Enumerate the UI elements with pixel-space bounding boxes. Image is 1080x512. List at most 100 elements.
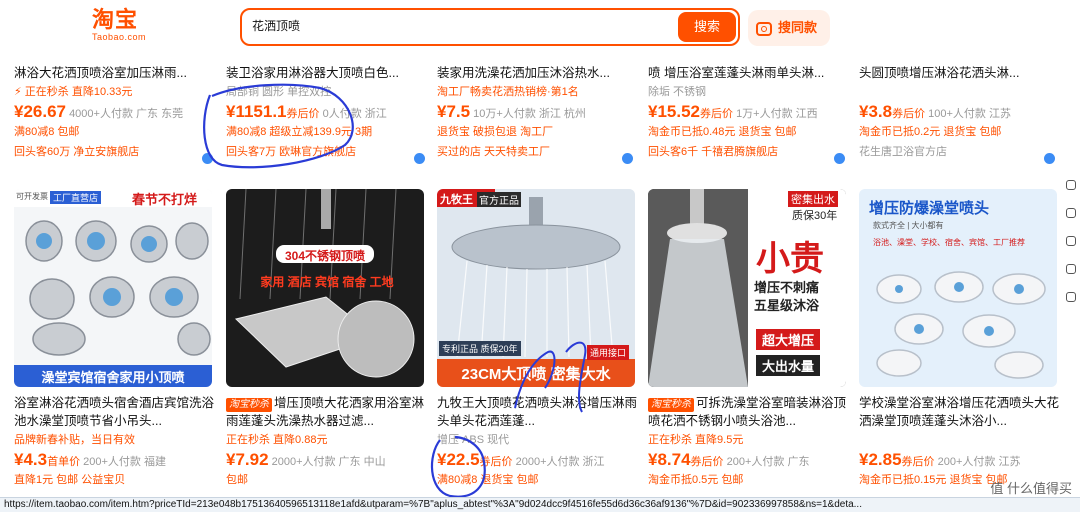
price: ¥7.92	[226, 450, 269, 469]
product-title[interactable]: 淋浴大花洒顶喷浴室加压淋雨...	[14, 64, 214, 82]
side-tool-icon[interactable]	[1066, 264, 1076, 274]
side-tool-icon[interactable]	[1066, 292, 1076, 302]
product-card[interactable]: 九牧王大顶喷花洒喷头淋浴增压淋雨头单头花洒莲蓬... 增压 ABS 现代 ¥22…	[437, 394, 637, 490]
festival-banner: 春节不打烊	[132, 192, 198, 207]
product-image[interactable]: 304不锈钢顶喷 家用 酒店 宾馆 宿舍 工地	[226, 189, 424, 387]
brand-badge: 九牧王	[440, 194, 473, 206]
chat-icon[interactable]	[834, 153, 845, 164]
status-bar-url: https://item.taobao.com/item.htm?priceTI…	[0, 497, 1080, 512]
sales: 2000+人付款 广东 中山	[271, 456, 386, 468]
chat-icon[interactable]	[622, 153, 633, 164]
image-subline: 家用 酒店 宾馆 宿舍 工地	[260, 275, 394, 289]
product-title[interactable]: 装卫浴家用淋浴器大顶喷白色...	[226, 64, 426, 82]
product-card[interactable]: 淘宝秒杀 增压顶喷大花洒家用浴室淋雨莲蓬头洗澡热水器过滤... 正在秒杀 直降0.…	[226, 394, 426, 490]
tags: 退货宝 破损包退 淘工厂	[437, 126, 554, 138]
price-suffix: 券后价	[901, 456, 935, 468]
side-tool-icon[interactable]	[1066, 180, 1076, 190]
attributes: 局部铜 圆形 单控双控	[226, 86, 332, 98]
product-card[interactable]: 学校澡堂浴室淋浴增压花洒喷头大花洒澡堂顶喷莲蓬头沐浴小... ¥2.85券后价 …	[859, 394, 1059, 490]
price: ¥3.8	[859, 102, 893, 121]
product-title[interactable]: 学校澡堂浴室淋浴增压花洒喷头大花洒澡堂顶喷莲蓬头沐浴小...	[859, 394, 1059, 430]
product-title[interactable]: 装家用洗澡花洒加压沐浴热水...	[437, 64, 637, 82]
price-suffix: 首单价	[47, 456, 81, 468]
store-line[interactable]: 买过的店 天天特卖工厂	[437, 142, 637, 162]
product-card[interactable]: 淘宝秒杀 可拆洗澡堂浴室暗装淋浴顶喷花洒不锈钢小喷头浴池... 正在秒杀 直降9.…	[648, 394, 848, 490]
product-card[interactable]: 淋浴大花洒顶喷浴室加压淋雨... ⚡ 正在秒杀 直降10.33元 ¥26.67 …	[14, 64, 214, 162]
image-line1: 增压不刺痛	[754, 280, 820, 295]
price: ¥15.52	[648, 102, 700, 121]
product-card[interactable]: 装家用洗澡花洒加压沐浴热水... 淘工厂畅卖花洒热销榜·第1名 ¥7.5 10万…	[437, 64, 637, 162]
price-suffix: 券后价	[892, 108, 926, 120]
side-tool-icon[interactable]	[1066, 208, 1076, 218]
attributes: 增压 ABS 现代	[437, 434, 510, 446]
sales: 4000+人付款 广东 东莞	[69, 108, 184, 120]
product-card[interactable]: 喷 增压浴室莲蓬头淋雨单头淋... 除垢 不锈钢 ¥15.52券后价 1万+人付…	[648, 64, 848, 162]
logo-subtext: Taobao.com	[92, 32, 147, 42]
price: ¥4.3	[14, 450, 48, 469]
product-title-block[interactable]: 淘宝秒杀 增压顶喷大花洒家用浴室淋雨莲蓬头洗澡热水器过滤...	[226, 394, 426, 430]
price-suffix: 券后价	[479, 456, 513, 468]
store-line[interactable]: 花生唐卫浴官方店	[859, 142, 1059, 162]
factory-badge: 工厂直营店	[50, 191, 102, 204]
product-image[interactable]: 可开发票 工厂直营店 春节不打烊 澡堂宾馆宿舍家用小顶喷	[14, 189, 212, 387]
image-line2: 五星级沐浴	[754, 298, 820, 313]
image-headline: 小贵	[756, 240, 824, 278]
store-line[interactable]: 回头客60万 净立安旗舰店	[14, 142, 214, 162]
price-suffix: 券后价	[690, 456, 724, 468]
attributes: 淘工厂畅卖花洒热销榜·第1名	[437, 86, 579, 98]
price: ¥1151.1	[226, 102, 287, 121]
header: 淘宝 Taobao.com 搜索 搜同款	[0, 0, 1080, 50]
product-image[interactable]: 密集出水 质保30年 小贵 增压不刺痛 五星级沐浴 超大增压 大出水量	[648, 189, 846, 387]
chat-icon[interactable]	[414, 153, 425, 164]
image-box1: 超大增压	[756, 329, 821, 350]
image-tag: 密集出水	[788, 191, 838, 207]
product-title[interactable]: 喷 增压浴室莲蓬头淋雨单头淋...	[648, 64, 848, 82]
tags: 淘金币已抵0.2元 退货宝 包邮	[859, 126, 1002, 138]
product-image[interactable]: 增压防爆澡堂喷头 款式齐全 | 大小都有 浴池、澡堂、学校、宿舍、宾馆、工厂推荐	[859, 189, 1057, 387]
price-suffix: 券后价	[286, 108, 320, 120]
sales: 10万+人付款 浙江 杭州	[473, 108, 586, 120]
tags: 满80减8 包邮	[14, 126, 80, 138]
invoice-label: 可开发票	[16, 192, 48, 201]
sales: 2000+人付款 浙江	[515, 456, 605, 468]
chat-icon[interactable]	[1044, 153, 1055, 164]
image-caption: 23CM大顶喷 密集大水	[461, 366, 611, 383]
taobao-logo[interactable]: 淘宝 Taobao.com	[92, 8, 152, 44]
seckill-badge: 淘宝秒杀	[648, 398, 694, 412]
interface-note: 通用接口	[587, 345, 630, 360]
image-subline: 款式齐全 | 大小都有	[873, 221, 944, 230]
store-line[interactable]: 回头客7万 欧琳官方旗舰店	[226, 142, 426, 162]
product-card[interactable]: 头圆顶喷增压淋浴花洒头淋... ¥3.8券后价 100+人付款 江苏 淘金币已抵…	[859, 64, 1059, 162]
tags: 包邮	[226, 474, 248, 486]
image-headline: 304不锈钢顶喷	[284, 249, 366, 263]
sales: 200+人付款 广东	[726, 456, 810, 468]
product-title[interactable]: 九牧王大顶喷花洒喷头淋浴增压淋雨头单头花洒莲蓬...	[437, 394, 637, 430]
price: ¥26.67	[14, 102, 66, 121]
image-subtag: 质保30年	[792, 210, 838, 222]
seckill-badge: 淘宝秒杀	[226, 398, 272, 412]
search-button[interactable]: 搜索	[678, 12, 736, 42]
search-input[interactable]	[252, 18, 652, 32]
product-title-block[interactable]: 淘宝秒杀 可拆洗澡堂浴室暗装淋浴顶喷花洒不锈钢小喷头浴池...	[648, 394, 848, 430]
watermark: 值 什么值得买	[990, 481, 1072, 496]
photo-search-label: 搜同款	[778, 20, 818, 35]
photo-search-button[interactable]: 搜同款	[748, 10, 830, 46]
price: ¥22.5	[437, 450, 480, 469]
sales: 0人付款 浙江	[322, 108, 387, 120]
promo-line: 品牌新春补贴，当日有效	[14, 434, 135, 446]
side-tool-icon[interactable]	[1066, 236, 1076, 246]
product-card[interactable]: 装卫浴家用淋浴器大顶喷白色... 局部铜 圆形 单控双控 ¥1151.1券后价 …	[226, 64, 426, 162]
image-caption: 澡堂宾馆宿舍家用小顶喷	[41, 370, 185, 385]
product-card[interactable]: 浴室淋浴花洒喷头宿舍酒店宾馆洗浴池水澡堂顶喷节省小吊头... 品牌新春补贴，当日…	[14, 394, 214, 490]
sales: 100+人付款 江苏	[928, 108, 1011, 120]
chat-icon[interactable]	[202, 153, 213, 164]
product-image[interactable]: 九牧王 官方正品 专利正品 质保20年 通用接口 23CM大顶喷 密集大水	[437, 189, 635, 387]
tags: 满80减8 超级立减139.9元 3期	[226, 126, 373, 138]
image-box2: 大出水量	[756, 355, 821, 376]
product-title[interactable]: 浴室淋浴花洒喷头宿舍酒店宾馆洗浴池水澡堂顶喷节省小吊头...	[14, 394, 214, 430]
sales: 200+人付款 福建	[83, 456, 166, 468]
product-title[interactable]: 头圆顶喷增压淋浴花洒头淋...	[859, 64, 1059, 82]
store-line[interactable]: 回头客6千 千禧君腾旗舰店	[648, 142, 848, 162]
price-suffix: 券后价	[700, 108, 733, 120]
sales: 1万+人付款 江西	[736, 108, 818, 120]
